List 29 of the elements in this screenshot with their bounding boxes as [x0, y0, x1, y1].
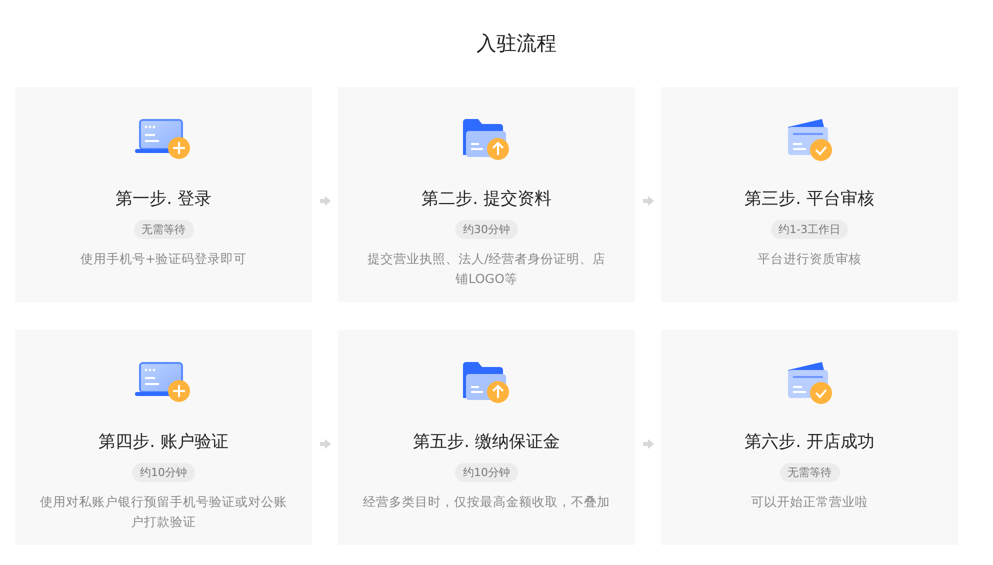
arrow-right-icon — [642, 196, 654, 206]
step-title: 第二步. 提交资料 — [422, 188, 552, 210]
card-check-icon — [786, 362, 834, 404]
folder-upload-icon — [462, 119, 510, 161]
step-title: 第三步. 平台审核 — [744, 188, 874, 210]
page-title: 入驻流程 — [476, 30, 558, 57]
step-title: 第四步. 账户验证 — [98, 431, 228, 453]
laptop-plus-icon — [134, 362, 192, 404]
step-description: 提交营业执照、法人/经营者身份证明、店铺LOGO等 — [366, 250, 607, 288]
arrow-right-icon — [320, 196, 330, 206]
step-title: 第六步. 开店成功 — [744, 431, 874, 453]
step-description: 平台进行资质审核 — [758, 250, 862, 268]
folder-upload-icon — [462, 362, 510, 404]
duration-badge: 无需等待 — [134, 220, 194, 239]
step-description: 使用手机号+验证码登录即可 — [80, 250, 247, 268]
step-title: 第一步. 登录 — [116, 188, 212, 210]
arrow-right-icon — [320, 438, 330, 448]
step-title: 第五步. 缴纳保证金 — [413, 431, 560, 453]
card-check-icon — [786, 119, 834, 161]
step-description: 经营多类目时，仅按最高金额收取，不叠加 — [363, 493, 610, 511]
duration-badge: 约10分钟 — [455, 463, 518, 482]
step-description: 使用对私账户银行预留手机号验证或对公账户打款验证 — [39, 493, 288, 531]
duration-badge: 约30分钟 — [455, 220, 518, 239]
duration-badge: 无需等待 — [780, 463, 840, 482]
laptop-plus-icon — [134, 119, 192, 161]
step-description: 可以开始正常营业啦 — [751, 493, 868, 511]
duration-badge: 约1-3工作日 — [770, 220, 848, 239]
arrow-right-icon — [642, 438, 654, 448]
duration-badge: 约10分钟 — [132, 463, 195, 482]
